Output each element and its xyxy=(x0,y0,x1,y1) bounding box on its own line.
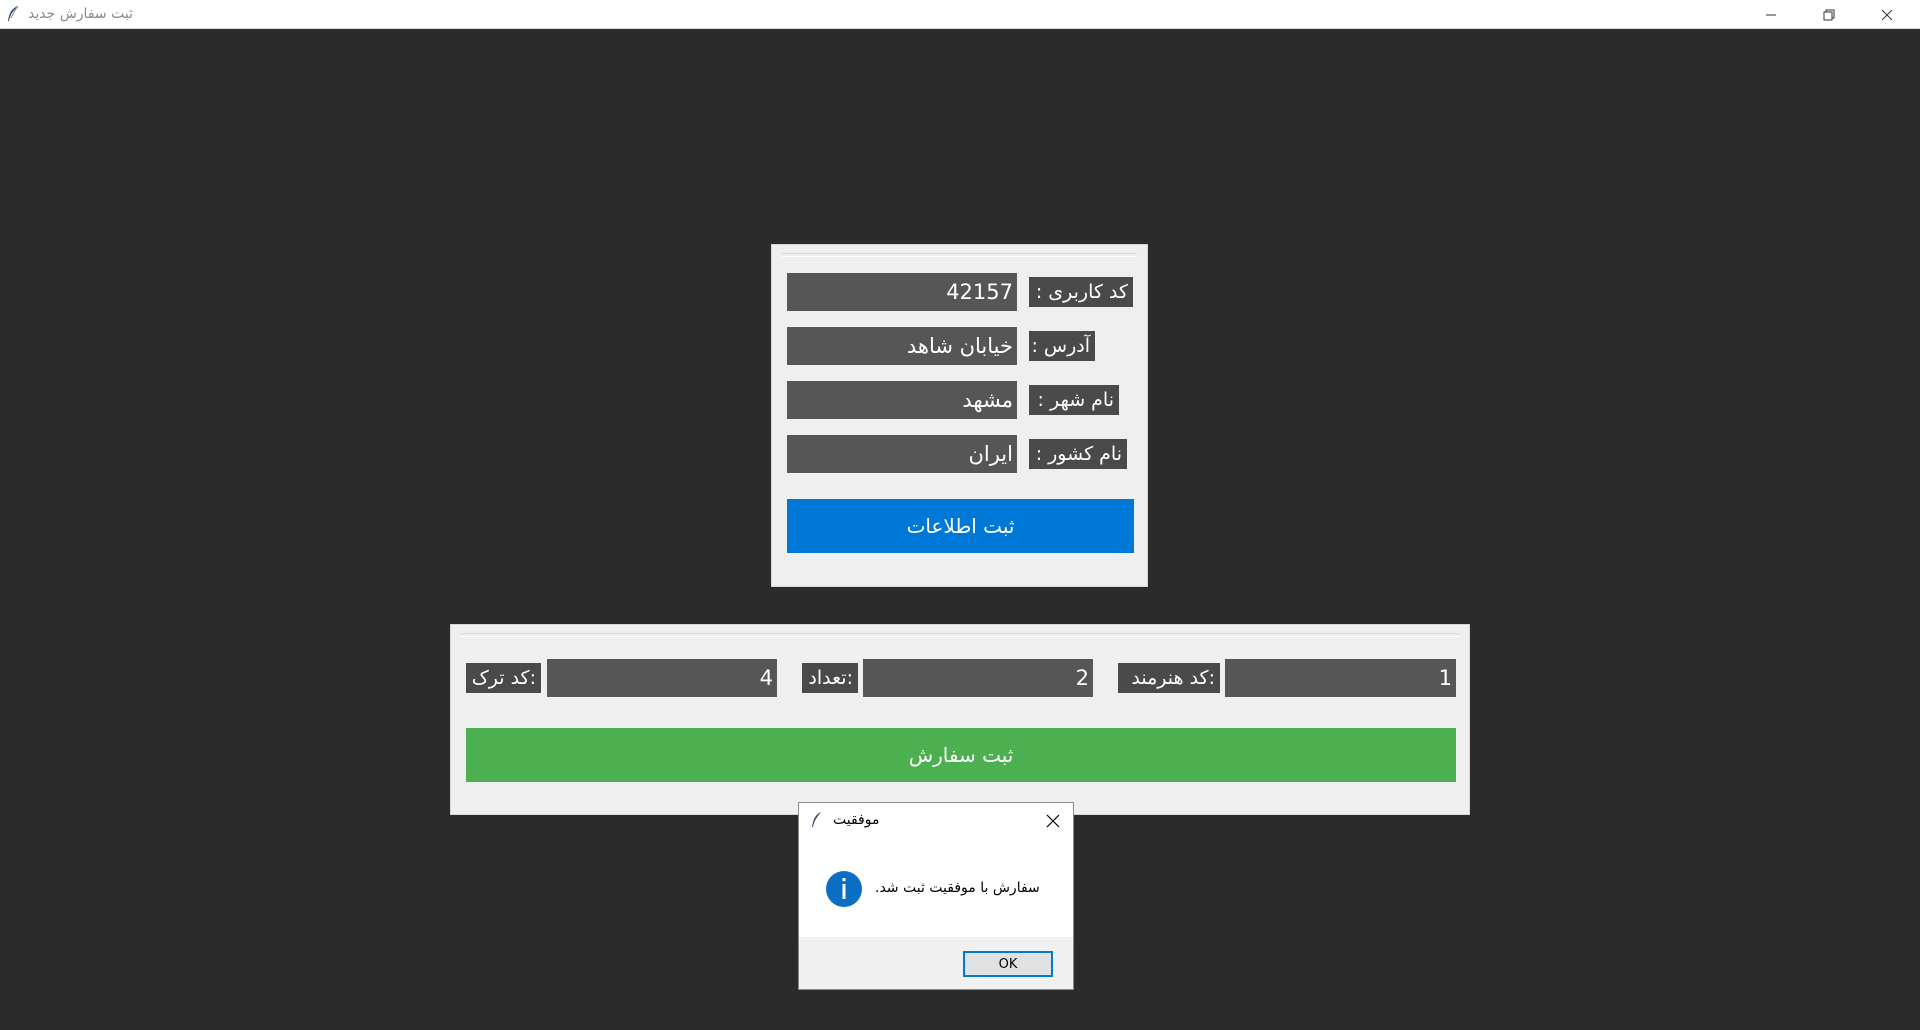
artist-code-input[interactable]: 1 xyxy=(1225,659,1456,697)
track-code-value: 4 xyxy=(759,666,773,690)
artist-code-value: 1 xyxy=(1438,666,1452,690)
dialog-message: .سفارش با موفقیت ثبت شد xyxy=(875,880,1040,896)
city-label: نام شهر : xyxy=(1029,385,1119,415)
artist-code-label: :کد هنرمند xyxy=(1118,663,1220,693)
dialog-title: موفقیت xyxy=(833,812,880,828)
quantity-input[interactable]: 2 xyxy=(863,659,1093,697)
success-dialog: موفقیت .سفارش با موفقیت ثبت شد OK xyxy=(798,802,1074,990)
city-input[interactable]: مشهد xyxy=(787,381,1017,419)
track-code-input[interactable]: 4 xyxy=(547,659,777,697)
address-label: آدرس : xyxy=(1029,331,1095,361)
user-info-panel: 42157 کد کاربری : خیابان شاهد آدرس : مشه… xyxy=(771,244,1148,587)
country-value: ایران xyxy=(968,442,1013,466)
country-input[interactable]: ایران xyxy=(787,435,1017,473)
window-title: ثبت سفارش جدید xyxy=(28,6,133,22)
restore-button[interactable] xyxy=(1800,0,1858,29)
window-titlebar: ثبت سفارش جدید xyxy=(0,0,1920,29)
country-label: نام کشور : xyxy=(1029,439,1127,469)
info-icon xyxy=(825,870,863,908)
submit-info-button[interactable]: ثبت اطلاعات xyxy=(787,499,1134,553)
quantity-label: :تعداد xyxy=(802,663,858,693)
user-code-label: کد کاربری : xyxy=(1029,277,1133,307)
feather-icon xyxy=(6,5,20,23)
track-code-label: :کد ترک xyxy=(466,663,541,693)
address-input[interactable]: خیابان شاهد xyxy=(787,327,1017,365)
minimize-button[interactable] xyxy=(1742,0,1800,29)
panel-divider xyxy=(782,253,1137,257)
user-code-input[interactable]: 42157 xyxy=(787,273,1017,311)
dialog-close-button[interactable] xyxy=(1045,813,1061,829)
panel-divider xyxy=(461,633,1459,637)
address-value: خیابان شاهد xyxy=(906,334,1013,358)
quantity-value: 2 xyxy=(1075,666,1089,690)
ok-button[interactable]: OK xyxy=(963,951,1053,977)
feather-icon xyxy=(811,811,823,833)
close-window-button[interactable] xyxy=(1858,0,1916,29)
dialog-titlebar: موفقیت xyxy=(799,803,1073,839)
user-code-value: 42157 xyxy=(946,280,1013,304)
city-value: مشهد xyxy=(962,388,1013,412)
order-panel: :کد ترک 4 :تعداد 2 :کد هنرمند 1 ثبت سفار… xyxy=(450,624,1470,815)
submit-order-button[interactable]: ثبت سفارش xyxy=(466,728,1456,782)
